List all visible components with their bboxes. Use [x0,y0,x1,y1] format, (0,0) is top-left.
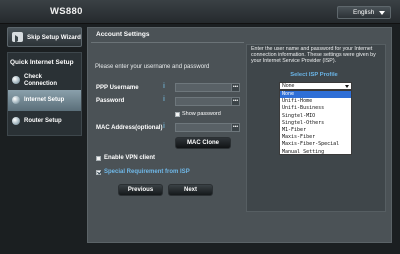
page-title: Account Settings [96,31,150,38]
show-password-checkbox[interactable] [175,112,180,117]
picker-icon[interactable]: ••• [231,97,240,106]
info-icon[interactable]: i [163,96,165,103]
isp-option[interactable]: Manual Setting [280,149,351,156]
picker-icon[interactable]: ••• [231,83,240,92]
router-model: WS880 [50,6,83,17]
language-select[interactable]: English [337,6,391,19]
isp-selected-value: None [282,83,295,89]
quick-setup-title: Quick Internet Setup [10,59,74,66]
sidebar-item-line1: Check [24,74,43,80]
info-icon[interactable]: i [163,83,165,90]
enable-vpn-checkbox[interactable] [96,156,101,161]
top-bar: WS880 English [0,0,400,24]
password-field[interactable]: ••• [175,97,240,106]
sidebar-item-check-connection[interactable]: Check Connection [8,70,81,91]
isp-option[interactable]: Unifi-Business [280,105,351,112]
isp-option[interactable]: Unifi-Home [280,98,351,105]
mac-clone-button[interactable]: MAC Clone [175,137,231,149]
password-label: Password [96,98,125,104]
step-dot-icon [12,76,20,84]
step-dot-icon [12,96,20,104]
previous-button[interactable]: Previous [118,184,163,196]
mac-address-label: MAC Address(optional) [96,125,163,131]
language-value: English [353,9,375,16]
sidebar-item-label: Router Setup [24,118,62,124]
sidebar-item-internet-setup[interactable]: Internet Setup [8,90,81,111]
sidebar-item-router-setup[interactable]: Router Setup [8,111,81,132]
isp-profile-select[interactable]: None [279,82,352,90]
mac-address-field[interactable]: ••• [175,123,240,132]
isp-profile-dropdown: None Unifi-Home Unifi-Business Singtel-M… [279,90,352,155]
chevron-down-icon [379,11,385,15]
username-field[interactable]: ••• [175,83,240,92]
next-button[interactable]: Next [168,184,213,196]
sidebar-item-label: Internet Setup [24,97,65,103]
enable-vpn-label: Enable VPN client [104,155,156,161]
username-label: PPP Username [96,85,139,91]
show-password-label: Show password [182,111,221,117]
picker-icon[interactable]: ••• [231,123,240,132]
isp-option[interactable]: Maxis-Fiber [280,134,351,141]
isp-instructions: Enter the user name and password for you… [251,46,376,65]
isp-option[interactable]: None [280,91,351,99]
isp-option[interactable]: Singtel-Others [280,120,351,127]
isp-option[interactable]: Singtel-MIO [280,113,351,120]
title-divider [91,42,244,43]
skip-setup-wizard-button[interactable]: Skip Setup Wizard [7,27,82,47]
isp-option[interactable]: Maxis-Fiber-Special [280,141,351,148]
instructions-text: Please enter your username and password [95,64,210,70]
chevron-down-icon [345,85,349,88]
sidebar-item-line2: Connection [24,81,57,87]
skip-arrow-icon [12,32,23,43]
special-requirement-checkbox[interactable] [96,170,101,175]
step-dot-icon [12,117,20,125]
isp-option[interactable]: M1-Fiber [280,127,351,134]
isp-profile-label: Select ISP Profile [290,72,338,78]
skip-setup-wizard-label: Skip Setup Wizard [27,34,81,41]
info-icon[interactable]: i [163,123,165,130]
special-requirement-label: Special Requirement from ISP [104,169,190,175]
sidebar-item-label: Check Connection [24,74,57,88]
